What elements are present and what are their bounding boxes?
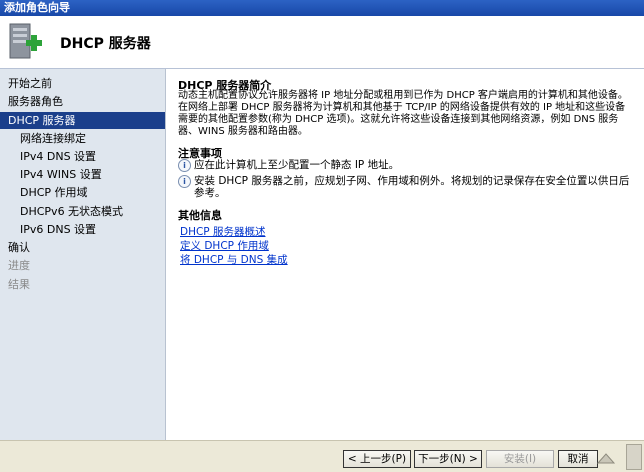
nav-item-server-roles[interactable]: 服务器角色 (0, 93, 165, 110)
page-header: DHCP 服务器 (0, 16, 644, 69)
info-icon: i (178, 159, 191, 172)
tray-icon (596, 453, 616, 464)
nav-item-ipv6-dns[interactable]: IPv6 DNS 设置 (0, 221, 165, 238)
wizard-steps-sidebar: 开始之前 服务器角色 DHCP 服务器 网络连接绑定 IPv4 DNS 设置 I… (0, 69, 166, 440)
window-title: 添加角色向导 (0, 0, 644, 16)
nav-item-confirmation[interactable]: 确认 (0, 239, 165, 256)
nav-item-network-binding[interactable]: 网络连接绑定 (0, 130, 165, 147)
page-title: DHCP 服务器 (60, 36, 151, 52)
info-heading: 其他信息 (178, 209, 222, 222)
info-icon: i (178, 175, 191, 188)
link-dhcp-dns-integration[interactable]: 将 DHCP 与 DNS 集成 (180, 252, 288, 267)
wizard-footer: < 上一步(P) 下一步(N) > 安装(I) 取消 (0, 440, 644, 472)
nav-item-ipv4-wins[interactable]: IPv4 WINS 设置 (0, 166, 165, 183)
nav-item-progress: 进度 (8, 259, 30, 272)
server-add-icon (9, 23, 42, 59)
cancel-button[interactable]: 取消 (558, 450, 598, 468)
main-content: DHCP 服务器简介 动态主机配置协议允许服务器将 IP 地址分配或租用到已作为… (166, 69, 644, 440)
nav-item-results: 结果 (8, 278, 30, 291)
nav-item-ipv4-dns[interactable]: IPv4 DNS 设置 (0, 148, 165, 165)
note-text: 安装 DHCP 服务器之前，应规划子网、作用域和例外。将规划的记录保存在安全位置… (194, 175, 630, 199)
previous-button[interactable]: < 上一步(P) (343, 450, 411, 468)
note-text: 应在此计算机上至少配置一个静态 IP 地址。 (194, 159, 400, 171)
link-define-scopes[interactable]: 定义 DHCP 作用域 (180, 238, 269, 253)
resize-grip[interactable] (626, 444, 642, 470)
nav-item-dhcp-scopes[interactable]: DHCP 作用域 (0, 184, 165, 201)
intro-text: 动态主机配置协议允许服务器将 IP 地址分配或租用到已作为 DHCP 客户端启用… (178, 90, 628, 137)
link-dhcp-overview[interactable]: DHCP 服务器概述 (180, 224, 265, 239)
nav-item-dhcp-server[interactable]: DHCP 服务器 (0, 112, 165, 129)
nav-item-before-you-begin[interactable]: 开始之前 (0, 75, 165, 92)
install-button: 安装(I) (486, 450, 554, 468)
nav-item-dhcpv6-stateless[interactable]: DHCPv6 无状态模式 (0, 203, 165, 220)
next-button[interactable]: 下一步(N) > (414, 450, 482, 468)
